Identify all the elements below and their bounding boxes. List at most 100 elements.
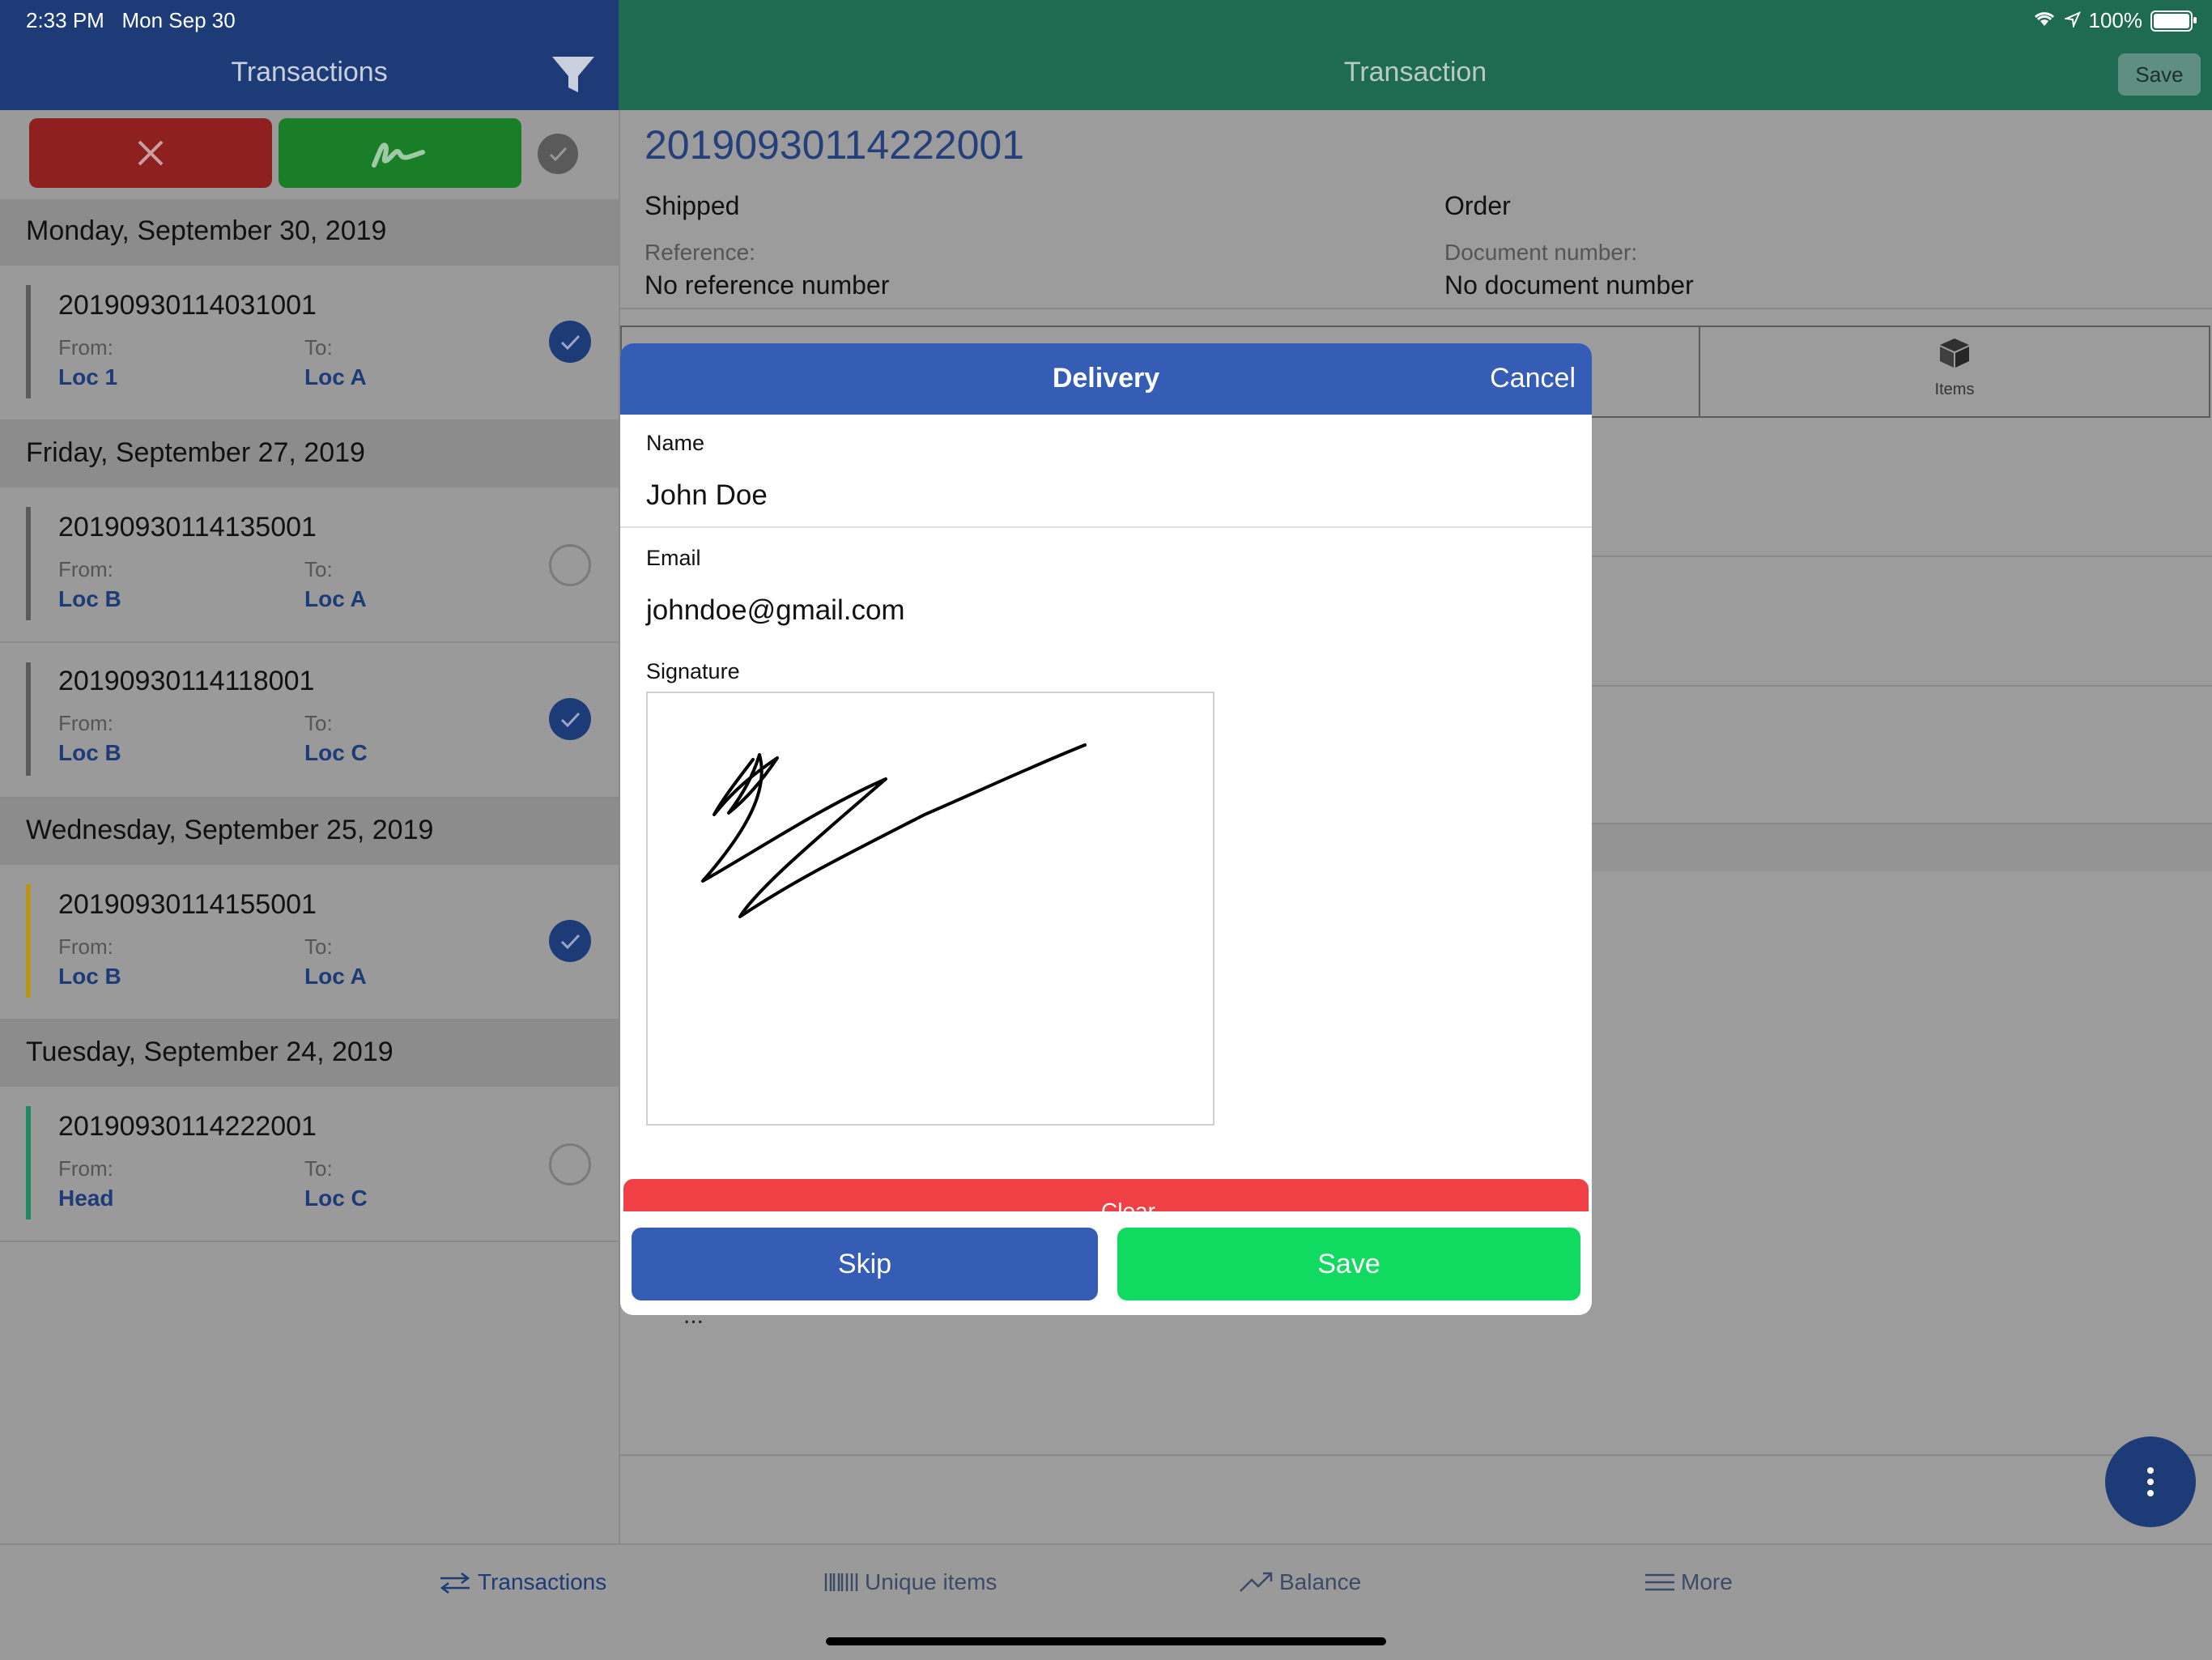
status-bar-indicator [26, 662, 31, 776]
sign-button[interactable] [279, 118, 521, 188]
reference-value: No reference number [644, 270, 890, 300]
document-value: No document number [1444, 270, 1694, 300]
to-label: To: [304, 335, 333, 360]
section-band [1592, 824, 2212, 871]
skip-button[interactable]: Skip [632, 1228, 1098, 1300]
delivery-dialog: Delivery Cancel Name John Doe Email john… [620, 343, 1592, 1315]
trend-up-icon [1240, 1572, 1273, 1592]
from-label: From: [58, 1156, 113, 1181]
to-label: To: [304, 1156, 333, 1181]
date-header: Monday, September 30, 2019 [0, 199, 619, 266]
from-label: From: [58, 557, 113, 581]
transaction-row[interactable]: 20190930114135001 From: To: Loc B Loc A [0, 487, 619, 643]
menu-icon [1645, 1573, 1674, 1591]
status-bar: 2:33 PM Mon Sep 30 100% [0, 0, 2212, 39]
date-header: Wednesday, September 25, 2019 [0, 798, 619, 865]
transaction-row[interactable]: 20190930114222001 From: To: Head Loc C [0, 1087, 619, 1242]
row-check[interactable] [549, 698, 591, 740]
select-all-check[interactable] [538, 134, 578, 174]
tab-transactions[interactable]: Transactions [437, 1569, 606, 1595]
divider [1592, 685, 2212, 687]
row-check[interactable] [549, 920, 591, 962]
items-tab-label: Items [1934, 381, 1975, 398]
to-value: Loc A [304, 364, 367, 389]
dot [2147, 1479, 2154, 1485]
signature-drawing [701, 743, 1087, 918]
to-label: To: [304, 934, 333, 959]
from-label: From: [58, 934, 113, 959]
tab-unique-items-label: Unique items [865, 1569, 998, 1594]
home-indicator [826, 1637, 1386, 1645]
document-label: Document number: [1444, 240, 1638, 265]
tab-more[interactable]: More [1644, 1569, 1733, 1595]
tab-transactions-label: Transactions [478, 1569, 607, 1594]
from-value: Head [58, 1185, 114, 1211]
to-value: Loc C [304, 1185, 368, 1211]
transaction-row[interactable]: 20190930114031001 From: To: Loc 1 Loc A [0, 266, 619, 421]
row-check[interactable] [549, 321, 591, 363]
transaction-row[interactable]: 20190930114155001 From: To: Loc B Loc A [0, 865, 619, 1020]
row-check[interactable] [549, 1143, 591, 1185]
box-icon [1938, 337, 1971, 369]
date-header: Friday, September 27, 2019 [0, 421, 619, 487]
battery-percent: 100% [2088, 8, 2143, 32]
from-value: Loc B [58, 586, 121, 611]
divider [1592, 555, 2212, 557]
email-field[interactable]: johndoe@gmail.com [646, 594, 905, 627]
to-label: To: [304, 711, 333, 735]
from-value: Loc B [58, 964, 121, 989]
from-value: Loc B [58, 740, 121, 765]
divider [620, 526, 1592, 528]
transaction-status: Shipped [644, 191, 740, 220]
clear-button[interactable]: Clear [623, 1179, 1589, 1211]
transaction-id: 20190930114135001 [58, 512, 317, 543]
from-label: From: [58, 711, 113, 735]
signature-icon [372, 143, 425, 168]
to-value: Loc C [304, 740, 368, 765]
transaction-type: Order [1444, 191, 1511, 220]
dot [2147, 1490, 2154, 1496]
right-header-title: Transaction [1343, 57, 1487, 87]
battery-icon [2150, 10, 2197, 32]
clear-label: Clear [1101, 1198, 1155, 1211]
from-label: From: [58, 335, 113, 360]
save-button[interactable]: Save [1117, 1228, 1580, 1300]
cancel-button[interactable]: Cancel [1490, 363, 1576, 394]
status-bar-indicator [26, 1106, 31, 1219]
transaction-id: 20190930114222001 [58, 1111, 317, 1142]
reference-label: Reference: [644, 240, 755, 265]
to-value: Loc A [304, 586, 367, 611]
dot [2147, 1467, 2154, 1474]
barcode-icon [824, 1573, 858, 1591]
tab-balance[interactable]: Balance [1239, 1569, 1361, 1595]
reject-button[interactable] [29, 118, 272, 188]
tab-more-label: More [1681, 1569, 1733, 1594]
transaction-id: 20190930114118001 [58, 666, 315, 696]
date-header: Tuesday, September 24, 2019 [0, 1020, 619, 1087]
status-bar-indicator [26, 884, 31, 998]
filter-icon[interactable] [551, 55, 596, 96]
status-bar-indicator [26, 507, 31, 620]
tab-unique-items[interactable]: Unique items [824, 1569, 997, 1595]
divider [620, 1454, 2212, 1456]
dialog-title: Delivery [1052, 363, 1160, 394]
signature-pad[interactable] [646, 692, 1214, 1126]
close-icon [138, 140, 164, 166]
transaction-title: 20190930114222001 [644, 122, 1025, 168]
email-label: Email [646, 546, 701, 570]
transaction-row[interactable]: 20190930114118001 From: To: Loc B Loc C [0, 643, 619, 798]
more-actions-button[interactable] [2105, 1437, 2196, 1527]
row-check[interactable] [549, 544, 591, 586]
location-arrow-icon [2062, 8, 2081, 33]
transaction-id: 20190930114031001 [58, 290, 317, 321]
to-value: Loc A [304, 964, 367, 989]
checkmark-icon [560, 334, 581, 351]
status-right: 100% [2032, 8, 2197, 33]
from-value: Loc 1 [58, 364, 118, 389]
checkmark-icon [560, 934, 581, 950]
swap-arrows-icon [440, 1573, 470, 1594]
header-save-button[interactable]: Save [2118, 53, 2201, 96]
name-field[interactable]: John Doe [646, 479, 768, 512]
left-header-title: Transactions [231, 57, 388, 87]
divider [620, 308, 2212, 309]
